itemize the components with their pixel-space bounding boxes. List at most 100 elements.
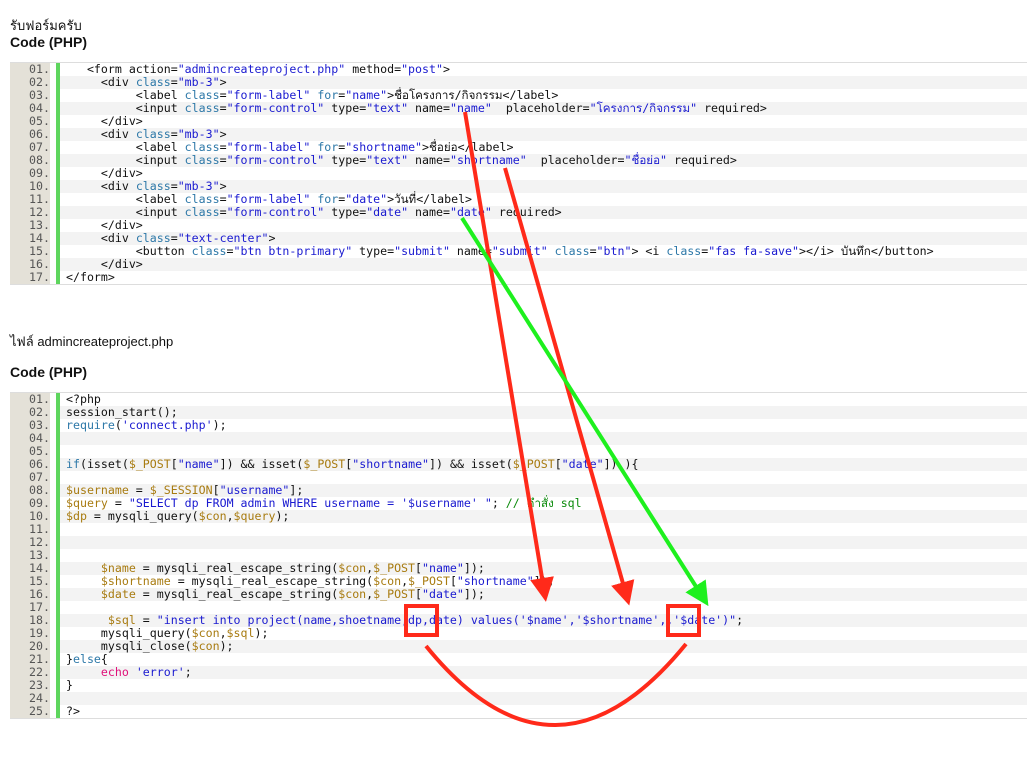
- code-token: class: [191, 244, 227, 258]
- code-token: $sql: [226, 626, 255, 640]
- code-token: type=: [324, 101, 367, 115]
- code-token: $query: [66, 496, 108, 510]
- code-text: }: [60, 679, 1027, 692]
- code-token: "text-center": [177, 231, 269, 245]
- code-line: 12.: [10, 536, 1027, 549]
- code-token: ,: [219, 626, 227, 640]
- code-token: echo: [100, 665, 129, 679]
- code-token: >: [219, 179, 227, 193]
- code-token: "submit": [394, 244, 450, 258]
- code-token: </div>: [66, 218, 143, 232]
- code-token: $query: [233, 509, 276, 523]
- code-token: "name": [177, 457, 220, 471]
- code-token: "form-label": [226, 192, 311, 206]
- code-token: // คำสั่ง sql: [505, 496, 582, 510]
- code-token: <div: [66, 127, 136, 141]
- code-token: "submit": [491, 244, 548, 258]
- code-token: ?>: [66, 704, 80, 718]
- code-token: class: [184, 153, 220, 167]
- code-token: ></i> บันทึก</button>: [799, 244, 934, 258]
- code-token: "name": [422, 561, 464, 575]
- code-token: else: [72, 652, 101, 666]
- code-token: =: [135, 613, 157, 627]
- code-token: }: [66, 678, 73, 692]
- code-token: "btn": [596, 244, 632, 258]
- code-token: <label: [66, 88, 185, 102]
- code-line: 06. if(isset($_POST["name"]) && isset($_P…: [10, 458, 1027, 471]
- code-token: placeholder=: [491, 101, 590, 115]
- code-token: "insert into project(name,shoetname,dp,d…: [156, 613, 737, 627]
- code-block-form: 01. <form action="admincreateproject.php…: [10, 62, 1027, 285]
- code-token: class: [135, 127, 171, 141]
- code-token: class: [135, 75, 171, 89]
- code-token: $con: [191, 626, 220, 640]
- code-token: "shortname": [345, 140, 423, 154]
- code-token: $_POST: [373, 587, 416, 601]
- code-line: 08. <input class="form-control" type="te…: [10, 154, 1027, 167]
- code-token: );: [275, 509, 290, 523]
- code-token: <input: [66, 153, 185, 167]
- code-token: "mb-3": [177, 179, 220, 193]
- line-number: 17.: [10, 271, 50, 284]
- code-token: require: [66, 418, 115, 432]
- code-token: for: [317, 192, 339, 206]
- code-line: 17. </form>: [10, 271, 1027, 284]
- code-token: (: [114, 418, 122, 432]
- code-text: if(isset($_POST["name"]) && isset($_POST…: [60, 458, 1027, 471]
- code-line: 04. <input class="form-control" type="te…: [10, 102, 1027, 115]
- code-token: "date": [449, 205, 492, 219]
- code-token: session_start();: [66, 405, 178, 419]
- code-token: $_POST: [373, 561, 416, 575]
- code-token: </div>: [66, 257, 143, 271]
- code-token: ];: [289, 483, 304, 497]
- code-text: mysqli_close($con);: [60, 640, 1027, 653]
- code-token: type=: [352, 244, 395, 258]
- line-number: 25.: [10, 705, 50, 718]
- code-token: "form-label": [226, 140, 311, 154]
- code-token: class: [184, 140, 220, 154]
- code-text: <button class="btn btn-primary" type="su…: [60, 245, 1027, 258]
- code-token: required>: [697, 101, 767, 115]
- code-text: $date = mysqli_real_escape_string($con,$…: [60, 588, 1027, 601]
- code-block-php: 01. <?php 02. session_start(); 03. require('c…: [10, 392, 1027, 719]
- code-token: "text": [366, 101, 409, 115]
- code-token: >ชื่อย่อ</label>: [422, 140, 514, 154]
- code-token: }: [66, 652, 73, 666]
- code-token: class: [184, 88, 220, 102]
- code-line: 15. <button class="btn btn-primary" type…: [10, 245, 1027, 258]
- code-token: [: [554, 457, 562, 471]
- code-token: class: [135, 231, 171, 245]
- code-token: [: [449, 574, 457, 588]
- code-token: =: [170, 127, 178, 141]
- code-token: required>: [491, 205, 562, 219]
- code-line: 11.: [10, 523, 1027, 536]
- code-token: "โครงการ/กิจกรรม": [589, 101, 698, 115]
- code-token: 'error': [135, 665, 185, 679]
- code-token: $date: [100, 587, 136, 601]
- code-token: <div: [66, 179, 136, 193]
- code-token: "fas fa-save": [708, 244, 799, 258]
- code-token: <input: [66, 101, 185, 115]
- code-token: );: [254, 626, 269, 640]
- code-token: = mysqli_real_escape_string(: [135, 587, 339, 601]
- code-token: <div: [66, 231, 136, 245]
- code-token: $_POST: [303, 457, 346, 471]
- code-token: ;: [184, 665, 192, 679]
- code-label: Code (PHP): [10, 34, 87, 50]
- code-token: $_POST: [512, 457, 555, 471]
- code-token: if: [66, 457, 80, 471]
- post-heading: รับฟอร์มครับ: [10, 18, 82, 33]
- code-token: "shortname": [456, 574, 534, 588]
- code-token: ]);: [463, 561, 485, 575]
- code-token: $_SESSION: [149, 483, 213, 497]
- code-token: >วันที่</label>: [387, 192, 473, 206]
- code-token: =: [107, 496, 129, 510]
- code-token: $con: [373, 574, 402, 588]
- code-token: =: [219, 192, 227, 206]
- code-token: method=: [345, 62, 402, 76]
